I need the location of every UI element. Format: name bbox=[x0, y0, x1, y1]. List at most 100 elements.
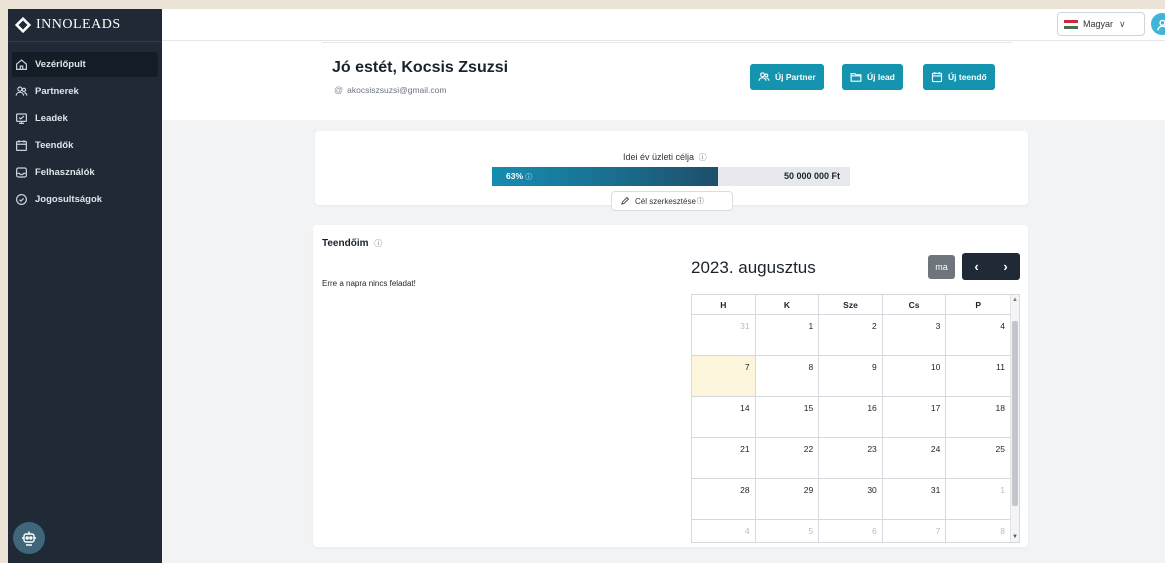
pencil-icon bbox=[621, 196, 630, 205]
scrollbar-thumb[interactable] bbox=[1012, 321, 1018, 506]
calendar-day[interactable]: 10 bbox=[883, 356, 947, 396]
calendar-day[interactable]: 11 bbox=[946, 356, 1010, 396]
calendar-day[interactable]: 22 bbox=[756, 438, 820, 478]
tasks-card: Teendőim ⓘ Erre a napra nincs feladat! 2… bbox=[313, 225, 1028, 547]
next-month-button[interactable]: › bbox=[1003, 259, 1007, 274]
calendar-day[interactable]: 7 bbox=[883, 520, 947, 542]
goal-percent: 63% ⓘ bbox=[506, 171, 532, 182]
calendar-day[interactable]: 29 bbox=[756, 479, 820, 519]
new-task-button[interactable]: Új teendő bbox=[923, 64, 995, 90]
help-icon[interactable]: ⓘ bbox=[374, 239, 382, 248]
user-avatar[interactable] bbox=[1151, 13, 1165, 35]
prev-month-button[interactable]: ‹ bbox=[974, 259, 978, 274]
help-icon[interactable]: ⓘ bbox=[525, 174, 532, 181]
calendar-scrollbar[interactable]: ▲ ▼ bbox=[1010, 295, 1019, 542]
calendar-day[interactable]: 21 bbox=[692, 438, 756, 478]
goal-percent-text: 63% bbox=[506, 171, 524, 181]
calendar-week: 31 1 2 3 4 bbox=[692, 315, 1019, 356]
calendar-day[interactable]: 4 bbox=[692, 520, 756, 542]
edit-goal-button[interactable]: Cél szerkesztése ⓘ bbox=[611, 191, 733, 211]
app-name: INNOLEADS bbox=[36, 17, 121, 32]
calendar-week: 4 5 6 7 8 bbox=[692, 520, 1019, 542]
sidebar-item-label: Vezérlőpult bbox=[35, 59, 86, 70]
empty-tasks-message: Erre a napra nincs feladat! bbox=[322, 279, 416, 288]
business-goal-card: Idei év üzleti célja ⓘ 63% ⓘ 50 000 000 … bbox=[315, 131, 1028, 211]
calendar-week: 14 15 16 17 18 bbox=[692, 397, 1019, 438]
logo-diamond-icon bbox=[14, 16, 32, 34]
calendar-day[interactable]: 31 bbox=[692, 315, 756, 355]
goal-title-text: Idei év üzleti célja bbox=[623, 152, 695, 162]
calendar-day[interactable]: 15 bbox=[756, 397, 820, 437]
scroll-up-icon[interactable]: ▲ bbox=[1012, 297, 1018, 303]
tasks-title: Teendőim ⓘ bbox=[322, 238, 382, 249]
calendar-grid: H K Sze Cs P 31 1 2 3 4 7 8 9 10 11 14 1… bbox=[691, 294, 1020, 543]
leads-icon bbox=[16, 113, 27, 124]
chevron-down-icon: ∨ bbox=[1119, 18, 1126, 29]
sidebar-item-label: Partnerek bbox=[35, 86, 79, 97]
today-button[interactable]: ma bbox=[928, 255, 955, 279]
at-icon: @ bbox=[334, 85, 344, 95]
language-label: Magyar bbox=[1083, 19, 1114, 29]
logo[interactable]: INNOLEADS bbox=[8, 9, 162, 41]
calendar-day[interactable]: 18 bbox=[946, 397, 1010, 437]
calendar-day[interactable]: 25 bbox=[946, 438, 1010, 478]
goal-progress-fill: 63% ⓘ bbox=[492, 167, 718, 186]
calendar-day[interactable]: 16 bbox=[819, 397, 883, 437]
calendar-day[interactable]: 6 bbox=[819, 520, 883, 542]
calendar-day[interactable]: 3 bbox=[883, 315, 947, 355]
help-icon[interactable]: ⓘ bbox=[699, 153, 707, 162]
calendar-day[interactable]: 9 bbox=[819, 356, 883, 396]
weekday-label: Cs bbox=[883, 295, 947, 314]
new-partner-button[interactable]: Új Partner bbox=[750, 64, 824, 90]
sidebar-item-vezerlopult[interactable]: Vezérlőpult bbox=[12, 52, 158, 77]
button-label: Új lead bbox=[867, 72, 895, 82]
calendar-day[interactable]: 31 bbox=[883, 479, 947, 519]
chatbot-button[interactable] bbox=[13, 522, 45, 554]
users-icon bbox=[15, 86, 28, 96]
scroll-down-icon[interactable]: ▼ bbox=[1012, 534, 1018, 540]
calendar-day[interactable]: 17 bbox=[883, 397, 947, 437]
dashboard-header: Jó estét, Kocsis Zsuzsi @ akocsiszsuzsi@… bbox=[162, 41, 1165, 120]
calendar-day[interactable]: 2 bbox=[819, 315, 883, 355]
sidebar-item-teendok[interactable]: Teendők bbox=[12, 133, 158, 158]
calendar-day[interactable]: 8 bbox=[946, 520, 1010, 542]
calendar-day[interactable]: 1 bbox=[946, 479, 1010, 519]
calendar-week: 21 22 23 24 25 bbox=[692, 438, 1019, 479]
email-text: akocsiszsuzsi@gmail.com bbox=[347, 85, 447, 95]
weekday-label: H bbox=[692, 295, 756, 314]
sidebar-item-leadek[interactable]: Leadek bbox=[12, 106, 158, 131]
calendar-day[interactable]: 30 bbox=[819, 479, 883, 519]
calendar-day[interactable]: 1 bbox=[756, 315, 820, 355]
home-icon bbox=[16, 59, 27, 70]
calendar-nav: ‹ › bbox=[962, 253, 1020, 280]
sidebar-item-jogosultsagok[interactable]: Jogosultságok bbox=[12, 187, 158, 212]
calendar-day[interactable]: 5 bbox=[756, 520, 820, 542]
sidebar-item-label: Leadek bbox=[35, 113, 68, 124]
sidebar-item-label: Teendők bbox=[35, 140, 74, 151]
calendar-day[interactable]: 23 bbox=[819, 438, 883, 478]
new-lead-button[interactable]: Új lead bbox=[842, 64, 903, 90]
sidebar-nav: Vezérlőpult Partnerek Leadek Teendők Fel… bbox=[8, 52, 162, 212]
calendar-day[interactable]: 8 bbox=[756, 356, 820, 396]
page-title: Jó estét, Kocsis Zsuzsi bbox=[332, 59, 509, 76]
calendar-day[interactable]: 4 bbox=[946, 315, 1010, 355]
calendar-day[interactable]: 24 bbox=[883, 438, 947, 478]
button-label: Új teendő bbox=[948, 72, 987, 82]
topbar: Magyar ∨ bbox=[162, 9, 1165, 41]
weekday-label: K bbox=[756, 295, 820, 314]
button-label: Cél szerkesztése bbox=[635, 196, 696, 206]
help-icon[interactable]: ⓘ bbox=[697, 196, 704, 206]
folder-icon bbox=[850, 73, 862, 82]
calendar-icon bbox=[16, 140, 27, 151]
check-circle-icon bbox=[16, 194, 27, 205]
user-box-icon bbox=[16, 167, 27, 178]
calendar-day[interactable]: 14 bbox=[692, 397, 756, 437]
sidebar-item-label: Felhasználók bbox=[35, 167, 95, 178]
language-select[interactable]: Magyar ∨ bbox=[1057, 12, 1145, 36]
calendar-day[interactable]: 28 bbox=[692, 479, 756, 519]
weekday-label: Sze bbox=[819, 295, 883, 314]
sidebar-item-partnerek[interactable]: Partnerek bbox=[12, 79, 158, 104]
sidebar-item-felhasznalok[interactable]: Felhasználók bbox=[12, 160, 158, 185]
users-icon bbox=[758, 72, 770, 81]
calendar-day-today[interactable]: 7 bbox=[692, 356, 756, 396]
